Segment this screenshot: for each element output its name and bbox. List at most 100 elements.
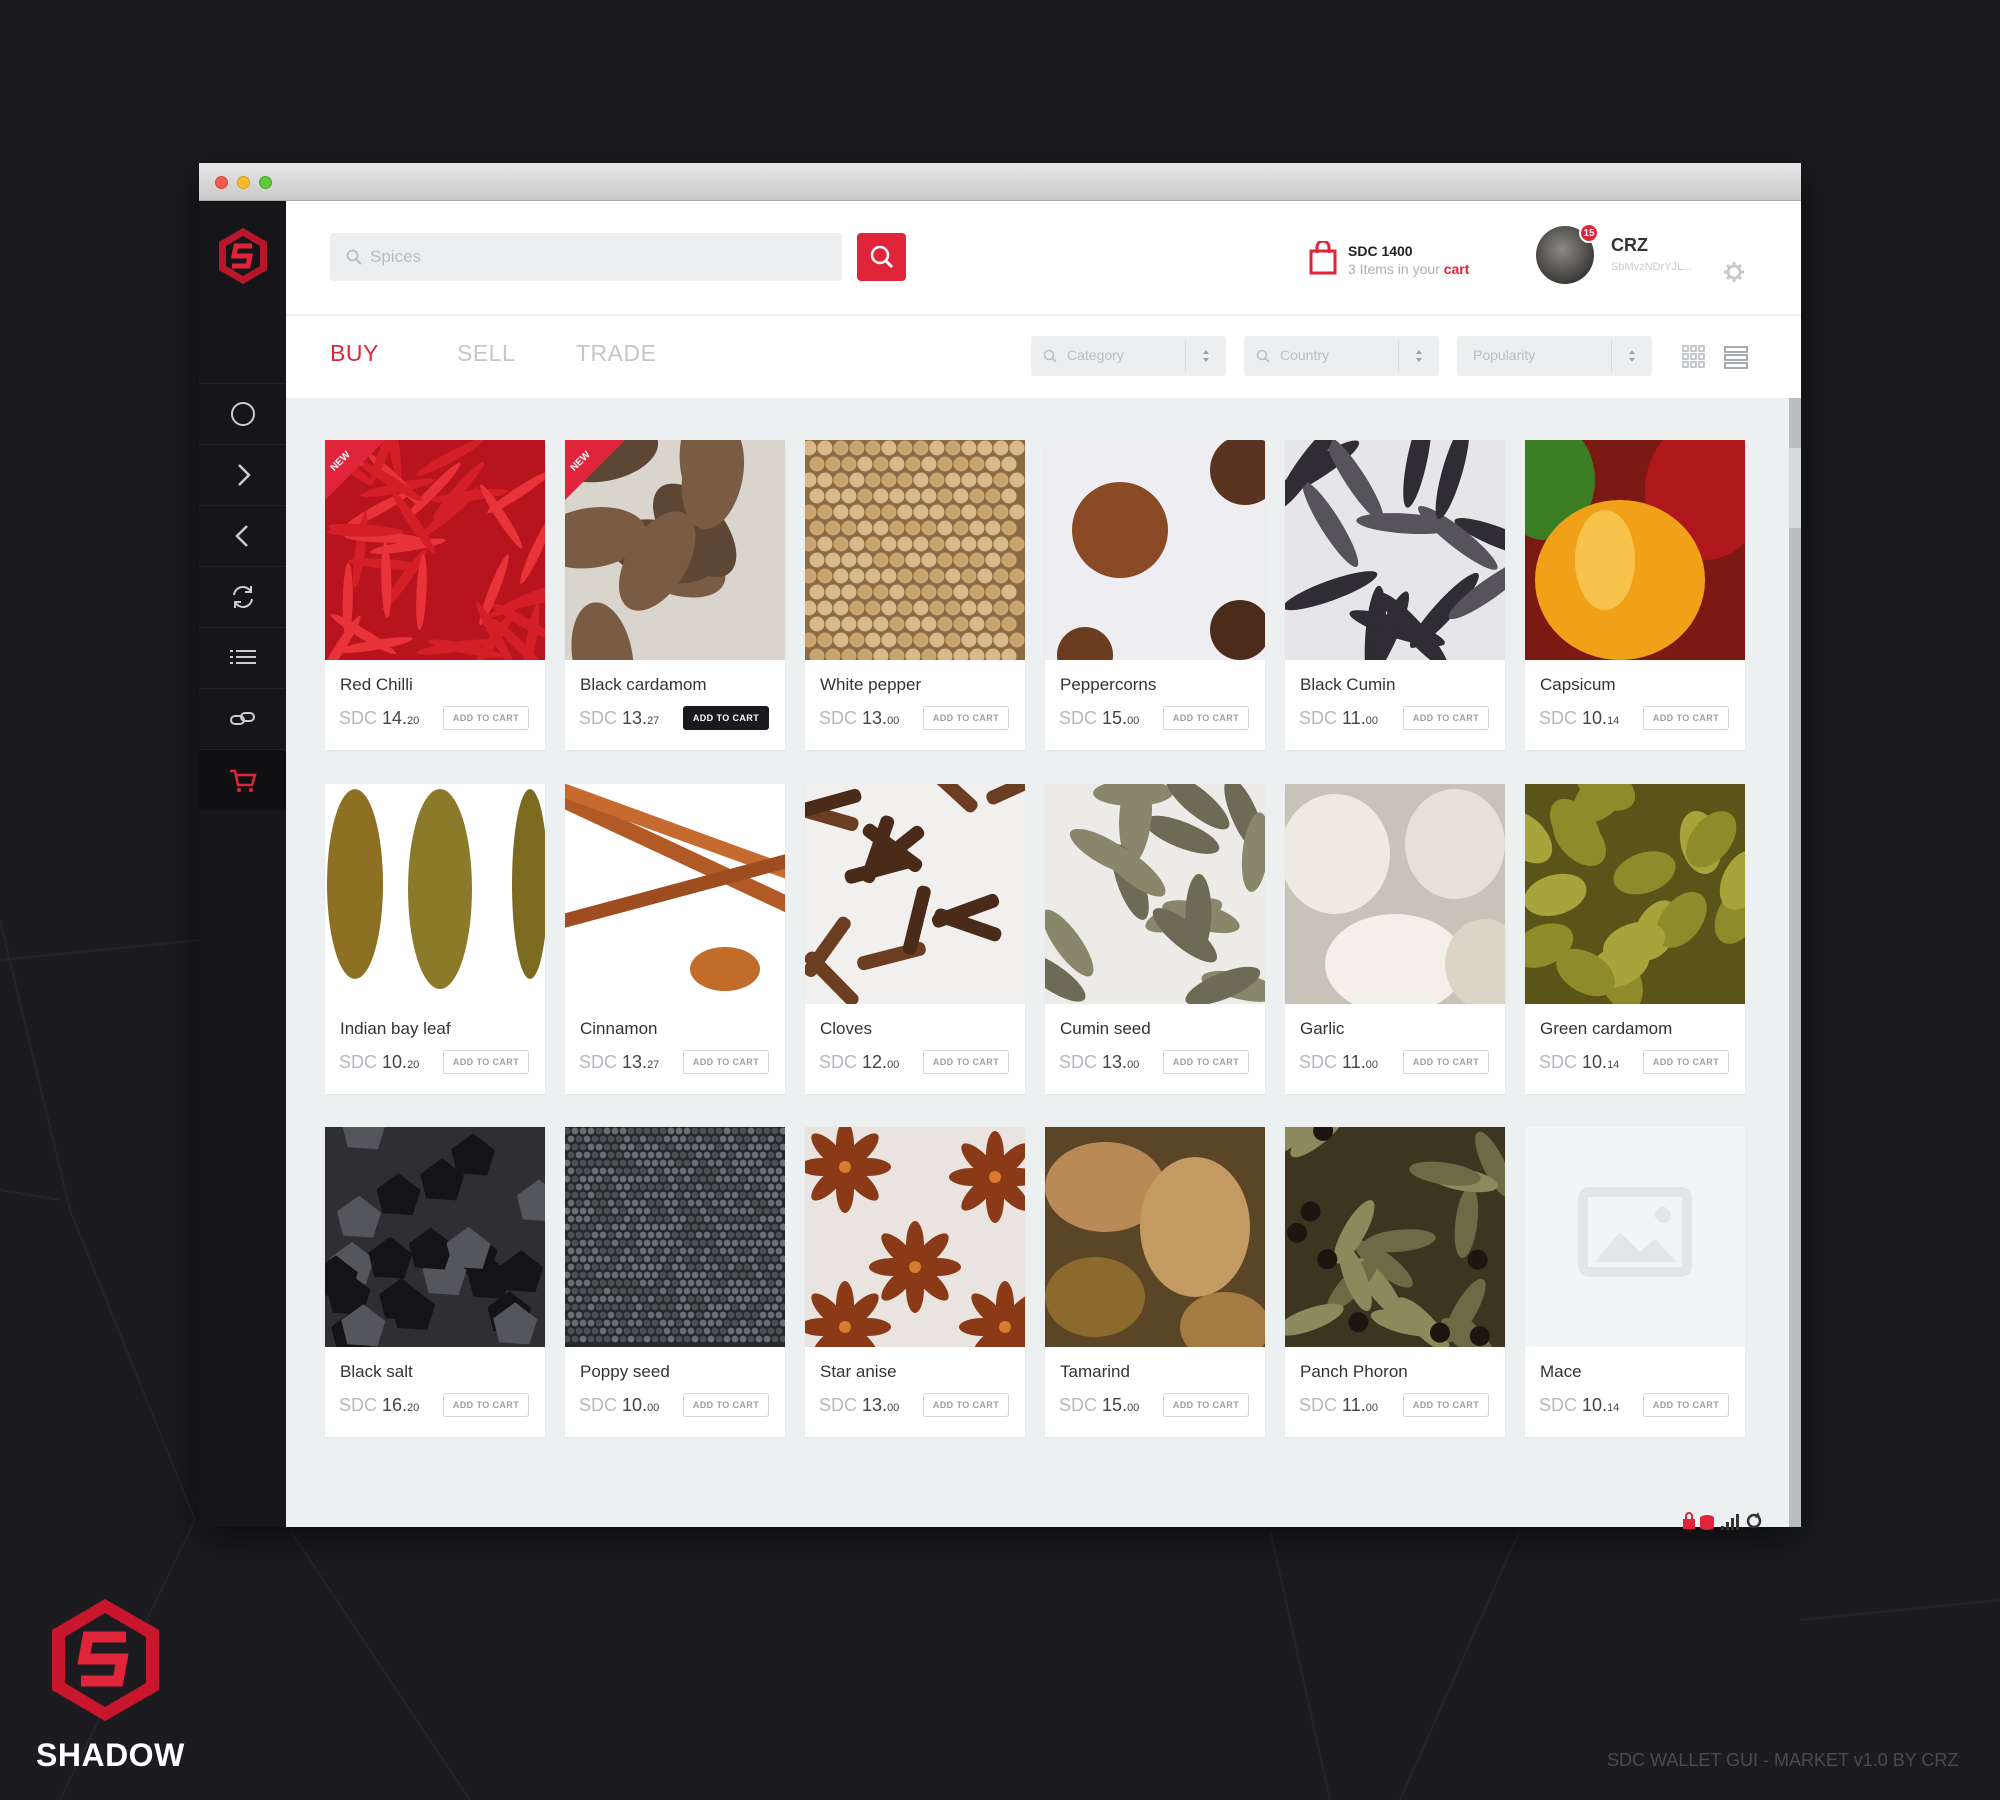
product-card[interactable]: Black Cumin SDC 11.00 ADD TO CART [1285, 440, 1505, 750]
category-filter[interactable]: Category [1031, 336, 1226, 376]
product-image[interactable] [805, 1127, 1025, 1347]
shopping-bag-icon [1309, 241, 1337, 275]
add-to-cart-button[interactable]: ADD TO CART [923, 706, 1009, 730]
notification-badge[interactable]: 15 [1579, 223, 1599, 243]
minimize-window-button[interactable] [237, 176, 250, 189]
search-button[interactable] [857, 233, 906, 281]
list-view-icon[interactable] [1723, 344, 1749, 370]
product-card[interactable]: Poppy seed SDC 10.00 ADD TO CART [565, 1127, 785, 1437]
new-badge: NEW [325, 440, 385, 500]
sidebar-item-transactions[interactable] [199, 566, 286, 627]
tab-trade[interactable]: TRADE [576, 340, 656, 367]
product-card[interactable]: Garlic SDC 11.00 ADD TO CART [1285, 784, 1505, 1094]
gear-icon[interactable] [1723, 261, 1745, 283]
product-image[interactable] [805, 440, 1025, 660]
product-name: Black cardamom [580, 675, 707, 694]
product-card[interactable]: Peppercorns SDC 15.00 ADD TO CART [1045, 440, 1265, 750]
product-image[interactable] [1045, 1127, 1265, 1347]
grid-view-icon[interactable] [1681, 344, 1707, 370]
cart-link[interactable]: cart [1444, 261, 1470, 277]
product-card[interactable]: Green cardamom SDC 10.14 ADD TO CART [1525, 784, 1745, 1094]
add-to-cart-button[interactable]: ADD TO CART [1163, 1050, 1249, 1074]
tab-bar: BUY SELL TRADE Category Country Populari… [286, 316, 1801, 398]
product-card[interactable]: Black salt SDC 16.20 ADD TO CART [325, 1127, 545, 1437]
bay-leaf-image [325, 784, 545, 1004]
add-to-cart-button[interactable]: ADD TO CART [923, 1050, 1009, 1074]
search-input[interactable] [370, 233, 830, 281]
product-image[interactable] [325, 1127, 545, 1347]
new-badge: NEW [565, 440, 625, 500]
product-name: Poppy seed [580, 1362, 670, 1381]
cart-amount: SDC 1400 [1348, 243, 1413, 259]
star-anise-image [805, 1127, 1025, 1347]
add-to-cart-button[interactable]: ADD TO CART [1163, 1393, 1249, 1417]
product-image[interactable] [1285, 440, 1505, 660]
product-image[interactable] [565, 1127, 785, 1347]
product-card[interactable]: White pepper SDC 13.00 ADD TO CART [805, 440, 1025, 750]
product-price: SDC 13.00 [819, 708, 900, 728]
sidebar-item-market[interactable] [199, 749, 286, 810]
add-to-cart-button[interactable]: ADD TO CART [443, 1050, 529, 1074]
add-to-cart-button[interactable]: ADD TO CART [1403, 1393, 1489, 1417]
signal-icon [1721, 1514, 1739, 1530]
cart-summary[interactable]: SDC 1400 3 Items in your cart [1308, 237, 1508, 283]
search-icon [870, 245, 893, 269]
product-card[interactable]: Panch Phoron SDC 11.00 ADD TO CART [1285, 1127, 1505, 1437]
main-panel: SDC 1400 3 Items in your cart 15 CRZ SbM… [286, 201, 1801, 1530]
database-icon [1700, 1515, 1714, 1530]
product-image[interactable] [1525, 440, 1745, 660]
product-image[interactable] [805, 784, 1025, 1004]
product-image[interactable] [1045, 440, 1265, 660]
product-image[interactable] [1285, 784, 1505, 1004]
scrollbar[interactable] [1789, 398, 1801, 1527]
product-name: Peppercorns [1060, 675, 1157, 694]
product-name: Indian bay leaf [340, 1019, 451, 1038]
product-card[interactable]: NEW Black cardamom SDC 13.27 ADD TO CART [565, 440, 785, 750]
add-to-cart-button[interactable]: ADD TO CART [1643, 1050, 1729, 1074]
add-to-cart-button[interactable]: ADD TO CART [923, 1393, 1009, 1417]
product-image[interactable] [1045, 784, 1265, 1004]
product-image[interactable] [1525, 1127, 1745, 1347]
sidebar-item-send[interactable] [199, 444, 286, 505]
scrollbar-thumb[interactable] [1789, 448, 1801, 528]
add-to-cart-button[interactable]: ADD TO CART [683, 706, 769, 730]
add-to-cart-button[interactable]: ADD TO CART [443, 706, 529, 730]
close-window-button[interactable] [215, 176, 228, 189]
product-price: SDC 13.27 [579, 708, 660, 728]
sidebar-item-chain[interactable] [199, 688, 286, 749]
popularity-filter[interactable]: Popularity [1457, 336, 1652, 376]
tab-sell[interactable]: SELL [457, 340, 515, 367]
sidebar-item-list[interactable] [199, 627, 286, 688]
product-image[interactable] [325, 784, 545, 1004]
user-name: CRZ [1611, 235, 1648, 255]
product-card[interactable]: Cumin seed SDC 13.00 ADD TO CART [1045, 784, 1265, 1094]
add-to-cart-button[interactable]: ADD TO CART [1403, 706, 1489, 730]
product-card[interactable]: NEW Red Chilli SDC 14.20 ADD TO CART [325, 440, 545, 750]
sidebar-item-overview[interactable] [199, 383, 286, 444]
product-card[interactable]: Mace SDC 10.14 ADD TO CART [1525, 1127, 1745, 1437]
add-to-cart-button[interactable]: ADD TO CART [1403, 1050, 1489, 1074]
add-to-cart-button[interactable]: ADD TO CART [1163, 706, 1249, 730]
top-bar: SDC 1400 3 Items in your cart 15 CRZ SbM… [286, 201, 1801, 315]
product-card[interactable]: Capsicum SDC 10.14 ADD TO CART [1525, 440, 1745, 750]
product-card[interactable]: Indian bay leaf SDC 10.20 ADD TO CART [325, 784, 545, 1094]
add-to-cart-button[interactable]: ADD TO CART [1643, 1393, 1729, 1417]
shadow-logo-icon[interactable] [216, 226, 270, 286]
sort-arrows-icon [1629, 350, 1635, 362]
maximize-window-button[interactable] [259, 176, 272, 189]
add-to-cart-button[interactable]: ADD TO CART [683, 1393, 769, 1417]
product-image[interactable] [565, 784, 785, 1004]
product-image[interactable] [1525, 784, 1745, 1004]
shadow-brand-logo [52, 1599, 159, 1721]
add-to-cart-button[interactable]: ADD TO CART [443, 1393, 529, 1417]
product-card[interactable]: Cinnamon SDC 13.27 ADD TO CART [565, 784, 785, 1094]
product-card[interactable]: Tamarind SDC 15.00 ADD TO CART [1045, 1127, 1265, 1437]
product-card[interactable]: Star anise SDC 13.00 ADD TO CART [805, 1127, 1025, 1437]
tab-buy[interactable]: BUY [330, 340, 379, 367]
sidebar-item-receive[interactable] [199, 505, 286, 566]
product-image[interactable] [1285, 1127, 1505, 1347]
country-filter[interactable]: Country [1244, 336, 1439, 376]
add-to-cart-button[interactable]: ADD TO CART [683, 1050, 769, 1074]
product-card[interactable]: Cloves SDC 12.00 ADD TO CART [805, 784, 1025, 1094]
add-to-cart-button[interactable]: ADD TO CART [1643, 706, 1729, 730]
